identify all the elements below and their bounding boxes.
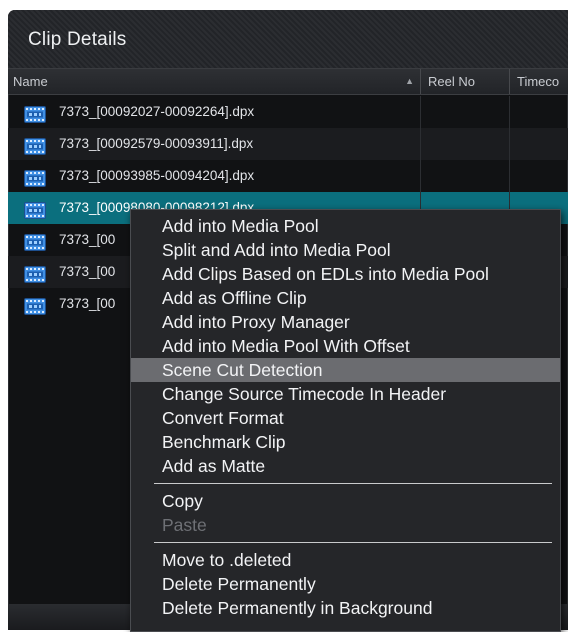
timecode-cell — [509, 160, 568, 192]
dpx-sequence-icon — [24, 199, 46, 219]
menu-item-delete-permanently-in-background[interactable]: Delete Permanently in Background — [131, 596, 560, 620]
clip-row[interactable]: 7373_[00092027-00092264].dpx — [8, 96, 568, 128]
menu-item-split-and-add-into-media-pool[interactable]: Split and Add into Media Pool — [131, 238, 560, 262]
clip-filename: 7373_[00 — [59, 264, 116, 279]
reel-cell — [420, 96, 510, 128]
dpx-sequence-icon — [24, 135, 46, 155]
context-menu: Add into Media Pool Split and Add into Me… — [130, 209, 561, 632]
menu-item-add-clips-based-on-edls-into-media-pool[interactable]: Add Clips Based on EDLs into Media Pool — [131, 262, 560, 286]
panel-title: Clip Details — [28, 29, 127, 50]
clip-filename: 7373_[00 — [59, 296, 116, 311]
clip-filename: 7373_[00 — [59, 232, 116, 247]
dpx-sequence-icon — [24, 295, 46, 315]
clip-filename: 7373_[00092027-00092264].dpx — [59, 104, 255, 119]
menu-item-paste: Paste — [162, 515, 207, 535]
reel-cell — [420, 128, 510, 160]
column-header-bar: Name ▲ Reel No Timeco — [8, 69, 568, 95]
dpx-sequence-icon — [24, 167, 46, 187]
menu-item-convert-format[interactable]: Convert Format — [131, 406, 560, 430]
reel-cell — [420, 160, 510, 192]
panel-header: Clip Details — [8, 10, 568, 69]
column-header-name[interactable]: Name ▲ — [8, 69, 420, 94]
timecode-cell — [509, 128, 568, 160]
column-header-timecode[interactable]: Timeco — [509, 69, 568, 94]
column-header-timecode-label: Timeco — [517, 74, 560, 89]
clip-row[interactable]: 7373_[00093985-00094204].dpx — [8, 160, 568, 192]
column-header-name-label: Name — [13, 74, 48, 89]
menu-item-change-source-timecode-in-header[interactable]: Change Source Timecode In Header — [131, 382, 560, 406]
menu-item-benchmark-clip[interactable]: Benchmark Clip — [131, 430, 560, 454]
column-header-reel-label: Reel No — [428, 74, 475, 89]
menu-item-move-to-deleted[interactable]: Move to .deleted — [131, 548, 560, 572]
column-header-reel[interactable]: Reel No — [420, 69, 509, 94]
menu-item-add-as-offline-clip[interactable]: Add as Offline Clip — [131, 286, 560, 310]
dpx-sequence-icon — [24, 263, 46, 283]
sort-ascending-icon: ▲ — [405, 76, 414, 86]
menu-item-add-into-media-pool[interactable]: Add into Media Pool — [131, 214, 560, 238]
menu-separator — [154, 542, 552, 543]
menu-item-add-into-media-pool-with-offset[interactable]: Add into Media Pool With Offset — [131, 334, 560, 358]
menu-item-copy[interactable]: Copy — [131, 489, 560, 513]
clip-row[interactable]: 7373_[00092579-00093911].dpx — [8, 128, 568, 160]
menu-item-scene-cut-detection[interactable]: Scene Cut Detection — [131, 358, 560, 382]
menu-item-add-as-matte[interactable]: Add as Matte — [131, 454, 560, 478]
menu-separator — [154, 483, 552, 484]
menu-item-delete-permanently[interactable]: Delete Permanently — [131, 572, 560, 596]
dpx-sequence-icon — [24, 103, 46, 123]
clip-filename: 7373_[00092579-00093911].dpx — [59, 136, 254, 151]
clip-filename: 7373_[00093985-00094204].dpx — [59, 168, 255, 183]
menu-item-add-into-proxy-manager[interactable]: Add into Proxy Manager — [131, 310, 560, 334]
dpx-sequence-icon — [24, 231, 46, 251]
timecode-cell — [509, 96, 568, 128]
